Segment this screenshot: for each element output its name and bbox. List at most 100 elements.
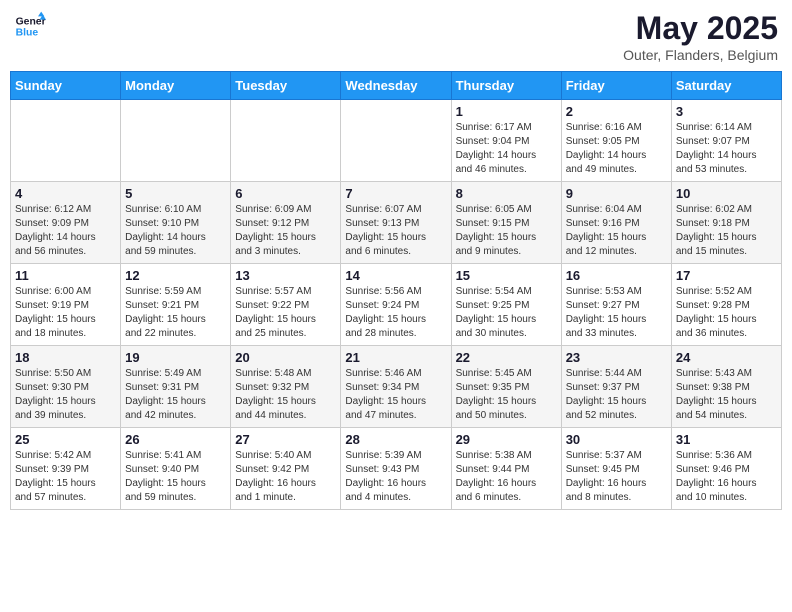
title-section: May 2025 Outer, Flanders, Belgium bbox=[623, 10, 778, 63]
calendar-cell: 7 Sunrise: 6:07 AM Sunset: 9:13 PM Daylig… bbox=[341, 182, 451, 264]
day-info: Sunrise: 6:05 AM Sunset: 9:15 PM Dayligh… bbox=[456, 203, 557, 259]
day-info: Sunrise: 5:46 AM Sunset: 9:34 PM Dayligh… bbox=[345, 367, 446, 423]
day-info: Sunrise: 6:07 AM Sunset: 9:13 PM Dayligh… bbox=[345, 203, 446, 259]
calendar-cell: 30 Sunrise: 5:37 AM Sunset: 9:45 PM Dayli… bbox=[561, 428, 671, 510]
day-number: 7 bbox=[345, 186, 446, 201]
month-year-title: May 2025 bbox=[623, 10, 778, 47]
day-info: Sunrise: 5:44 AM Sunset: 9:37 PM Dayligh… bbox=[566, 367, 667, 423]
calendar-cell: 10 Sunrise: 6:02 AM Sunset: 9:18 PM Dayli… bbox=[671, 182, 781, 264]
svg-text:Blue: Blue bbox=[16, 28, 39, 39]
day-info: Sunrise: 5:40 AM Sunset: 9:42 PM Dayligh… bbox=[235, 449, 336, 505]
calendar-cell: 20 Sunrise: 5:48 AM Sunset: 9:32 PM Dayli… bbox=[231, 346, 341, 428]
day-info: Sunrise: 6:04 AM Sunset: 9:16 PM Dayligh… bbox=[566, 203, 667, 259]
day-number: 14 bbox=[345, 268, 446, 283]
day-number: 4 bbox=[15, 186, 116, 201]
day-info: Sunrise: 5:42 AM Sunset: 9:39 PM Dayligh… bbox=[15, 449, 116, 505]
weekday-header-monday: Monday bbox=[121, 72, 231, 100]
calendar-cell: 28Sunrise: 5:39 AM Sunset: 9:43 PM Dayli… bbox=[341, 428, 451, 510]
day-number: 2 bbox=[566, 104, 667, 119]
day-number: 9 bbox=[566, 186, 667, 201]
calendar-table: SundayMondayTuesdayWednesdayThursdayFrid… bbox=[10, 71, 782, 510]
day-info: Sunrise: 5:50 AM Sunset: 9:30 PM Dayligh… bbox=[15, 367, 116, 423]
page-header: General Blue May 2025 Outer, Flanders, B… bbox=[10, 10, 782, 63]
calendar-cell: 11 Sunrise: 6:00 AM Sunset: 9:19 PM Dayli… bbox=[11, 264, 121, 346]
day-info: Sunrise: 5:41 AM Sunset: 9:40 PM Dayligh… bbox=[125, 449, 226, 505]
day-info: Sunrise: 5:48 AM Sunset: 9:32 PM Dayligh… bbox=[235, 367, 336, 423]
calendar-cell: 12 Sunrise: 5:59 AM Sunset: 9:21 PM Dayli… bbox=[121, 264, 231, 346]
day-number: 12 bbox=[125, 268, 226, 283]
day-info: Sunrise: 5:54 AM Sunset: 9:25 PM Dayligh… bbox=[456, 285, 557, 341]
day-number: 1 bbox=[456, 104, 557, 119]
day-number: 15 bbox=[456, 268, 557, 283]
calendar-week-row: 11 Sunrise: 6:00 AM Sunset: 9:19 PM Dayli… bbox=[11, 264, 782, 346]
calendar-week-row: 18 Sunrise: 5:50 AM Sunset: 9:30 PM Dayli… bbox=[11, 346, 782, 428]
weekday-header-saturday: Saturday bbox=[671, 72, 781, 100]
calendar-week-row: 25 Sunrise: 5:42 AM Sunset: 9:39 PM Dayli… bbox=[11, 428, 782, 510]
weekday-header-tuesday: Tuesday bbox=[231, 72, 341, 100]
day-number: 6 bbox=[235, 186, 336, 201]
weekday-header-sunday: Sunday bbox=[11, 72, 121, 100]
calendar-week-row: 1 Sunrise: 6:17 AM Sunset: 9:04 PM Daylig… bbox=[11, 100, 782, 182]
calendar-cell: 17 Sunrise: 5:52 AM Sunset: 9:28 PM Dayli… bbox=[671, 264, 781, 346]
day-info: Sunrise: 6:16 AM Sunset: 9:05 PM Dayligh… bbox=[566, 121, 667, 177]
calendar-cell: 23 Sunrise: 5:44 AM Sunset: 9:37 PM Dayli… bbox=[561, 346, 671, 428]
calendar-cell: 25 Sunrise: 5:42 AM Sunset: 9:39 PM Dayli… bbox=[11, 428, 121, 510]
calendar-cell: 15 Sunrise: 5:54 AM Sunset: 9:25 PM Dayli… bbox=[451, 264, 561, 346]
logo: General Blue bbox=[14, 10, 46, 42]
calendar-cell: 22 Sunrise: 5:45 AM Sunset: 9:35 PM Dayli… bbox=[451, 346, 561, 428]
day-number: 21 bbox=[345, 350, 446, 365]
day-number: 3 bbox=[676, 104, 777, 119]
day-info: Sunrise: 5:49 AM Sunset: 9:31 PM Dayligh… bbox=[125, 367, 226, 423]
day-info: Sunrise: 5:38 AM Sunset: 9:44 PM Dayligh… bbox=[456, 449, 557, 505]
location-subtitle: Outer, Flanders, Belgium bbox=[623, 47, 778, 63]
day-number: 28 bbox=[345, 432, 446, 447]
calendar-cell: 24 Sunrise: 5:43 AM Sunset: 9:38 PM Dayli… bbox=[671, 346, 781, 428]
day-number: 19 bbox=[125, 350, 226, 365]
calendar-cell: 4 Sunrise: 6:12 AM Sunset: 9:09 PM Daylig… bbox=[11, 182, 121, 264]
day-info: Sunrise: 6:02 AM Sunset: 9:18 PM Dayligh… bbox=[676, 203, 777, 259]
calendar-cell bbox=[231, 100, 341, 182]
day-number: 13 bbox=[235, 268, 336, 283]
day-number: 25 bbox=[15, 432, 116, 447]
day-number: 16 bbox=[566, 268, 667, 283]
day-info: Sunrise: 6:12 AM Sunset: 9:09 PM Dayligh… bbox=[15, 203, 116, 259]
day-info: Sunrise: 5:52 AM Sunset: 9:28 PM Dayligh… bbox=[676, 285, 777, 341]
calendar-week-row: 4 Sunrise: 6:12 AM Sunset: 9:09 PM Daylig… bbox=[11, 182, 782, 264]
day-info: Sunrise: 5:43 AM Sunset: 9:38 PM Dayligh… bbox=[676, 367, 777, 423]
day-number: 31 bbox=[676, 432, 777, 447]
day-info: Sunrise: 6:14 AM Sunset: 9:07 PM Dayligh… bbox=[676, 121, 777, 177]
day-number: 23 bbox=[566, 350, 667, 365]
weekday-header-wednesday: Wednesday bbox=[341, 72, 451, 100]
day-number: 22 bbox=[456, 350, 557, 365]
day-info: Sunrise: 6:10 AM Sunset: 9:10 PM Dayligh… bbox=[125, 203, 226, 259]
day-number: 11 bbox=[15, 268, 116, 283]
day-info: Sunrise: 5:37 AM Sunset: 9:45 PM Dayligh… bbox=[566, 449, 667, 505]
calendar-cell bbox=[121, 100, 231, 182]
day-number: 24 bbox=[676, 350, 777, 365]
day-info: Sunrise: 5:59 AM Sunset: 9:21 PM Dayligh… bbox=[125, 285, 226, 341]
day-info: Sunrise: 5:45 AM Sunset: 9:35 PM Dayligh… bbox=[456, 367, 557, 423]
calendar-cell: 31Sunrise: 5:36 AM Sunset: 9:46 PM Dayli… bbox=[671, 428, 781, 510]
day-number: 20 bbox=[235, 350, 336, 365]
day-info: Sunrise: 6:09 AM Sunset: 9:12 PM Dayligh… bbox=[235, 203, 336, 259]
day-number: 17 bbox=[676, 268, 777, 283]
day-info: Sunrise: 6:17 AM Sunset: 9:04 PM Dayligh… bbox=[456, 121, 557, 177]
day-number: 18 bbox=[15, 350, 116, 365]
calendar-cell: 21 Sunrise: 5:46 AM Sunset: 9:34 PM Dayli… bbox=[341, 346, 451, 428]
day-info: Sunrise: 5:56 AM Sunset: 9:24 PM Dayligh… bbox=[345, 285, 446, 341]
calendar-cell: 27 Sunrise: 5:40 AM Sunset: 9:42 PM Dayli… bbox=[231, 428, 341, 510]
day-number: 5 bbox=[125, 186, 226, 201]
day-number: 10 bbox=[676, 186, 777, 201]
day-info: Sunrise: 6:00 AM Sunset: 9:19 PM Dayligh… bbox=[15, 285, 116, 341]
day-info: Sunrise: 5:57 AM Sunset: 9:22 PM Dayligh… bbox=[235, 285, 336, 341]
calendar-cell: 29Sunrise: 5:38 AM Sunset: 9:44 PM Dayli… bbox=[451, 428, 561, 510]
calendar-cell: 26 Sunrise: 5:41 AM Sunset: 9:40 PM Dayli… bbox=[121, 428, 231, 510]
day-number: 30 bbox=[566, 432, 667, 447]
calendar-cell: 5 Sunrise: 6:10 AM Sunset: 9:10 PM Daylig… bbox=[121, 182, 231, 264]
day-number: 26 bbox=[125, 432, 226, 447]
calendar-cell: 16Sunrise: 5:53 AM Sunset: 9:27 PM Dayli… bbox=[561, 264, 671, 346]
day-number: 27 bbox=[235, 432, 336, 447]
calendar-cell bbox=[11, 100, 121, 182]
logo-icon: General Blue bbox=[14, 10, 46, 42]
weekday-header-thursday: Thursday bbox=[451, 72, 561, 100]
